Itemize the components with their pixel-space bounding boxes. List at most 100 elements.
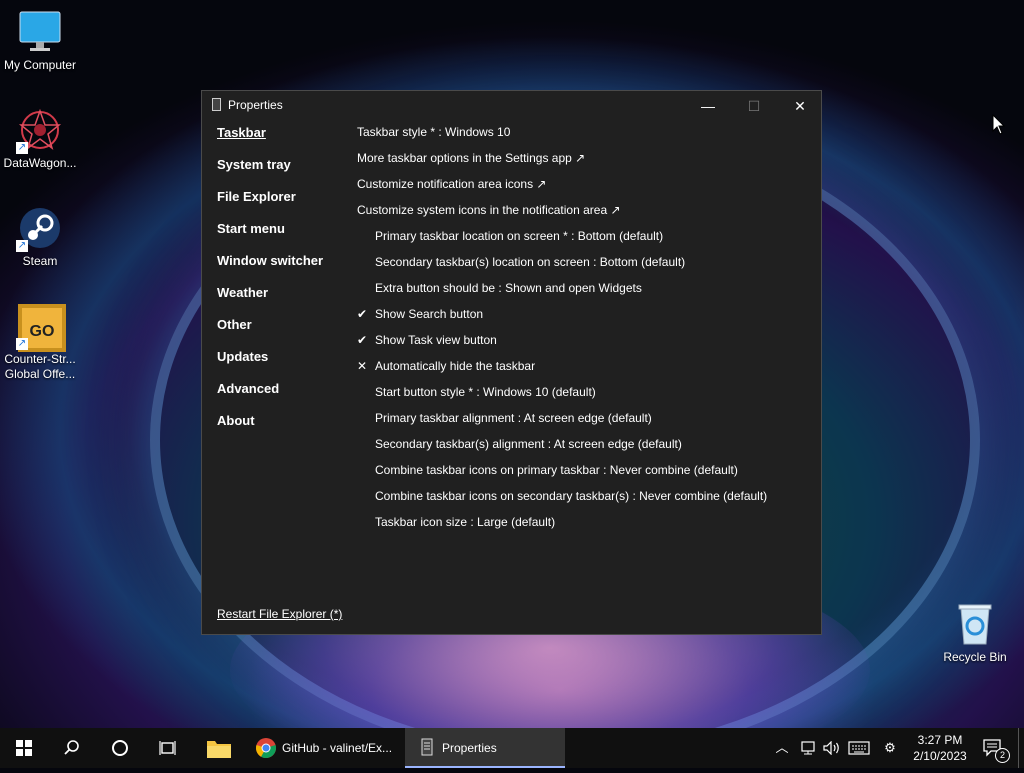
desktop-icon-label: My Computer <box>3 58 77 72</box>
keyboard-icon <box>848 741 870 755</box>
option-secondary-location[interactable]: Secondary taskbar(s) location on screen … <box>357 255 767 281</box>
desktop-icon-label: Recycle Bin <box>943 650 1007 664</box>
monitor-icon <box>18 10 62 54</box>
checkmark-icon: ✔ <box>357 333 368 347</box>
nav-item-window-switcher[interactable]: Window switcher <box>217 253 323 285</box>
option-start-button-style[interactable]: Start button style * : Windows 10 (defau… <box>357 385 767 411</box>
desktop-icon-label: Counter-Str... Global Offe... <box>4 352 76 381</box>
file-explorer-taskbar-button[interactable] <box>195 728 243 768</box>
option-icon-size[interactable]: Taskbar icon size : Large (default) <box>357 515 767 541</box>
option-primary-alignment[interactable]: Primary taskbar alignment : At screen ed… <box>357 411 767 437</box>
volume-tray-button[interactable] <box>820 728 844 768</box>
nav-item-start-menu[interactable]: Start menu <box>217 221 323 253</box>
nav-label: Updates <box>217 349 269 364</box>
show-hidden-icons-button[interactable]: ︿ <box>772 728 792 768</box>
option-show-search-button[interactable]: ✔ Show Search button <box>357 307 767 333</box>
shortcut-arrow-icon: ↗ <box>16 338 28 350</box>
nav-item-updates[interactable]: Updates <box>217 349 323 381</box>
taskbar-task-properties[interactable]: Properties <box>405 728 565 768</box>
nav-item-weather[interactable]: Weather <box>217 285 323 317</box>
chevron-up-icon: ︿ <box>775 740 789 755</box>
option-extra-button[interactable]: Extra button should be : Shown and open … <box>357 281 767 307</box>
option-label: Secondary taskbar(s) alignment : At scre… <box>375 437 682 451</box>
properties-app-icon <box>212 98 221 111</box>
shortcut-arrow-icon: ↗ <box>16 142 28 154</box>
nav-item-advanced[interactable]: Advanced <box>217 381 323 413</box>
nav-item-file-explorer[interactable]: File Explorer <box>217 189 323 221</box>
option-notification-icons-link[interactable]: Customize notification area icons ↗ <box>357 177 767 203</box>
nav-label: Weather <box>217 285 269 300</box>
taskbar-clock[interactable]: 3:27 PM 2/10/2023 <box>905 732 975 764</box>
option-primary-location[interactable]: Primary taskbar location on screen * : B… <box>357 229 767 255</box>
mouse-cursor-icon <box>992 113 1006 139</box>
minimize-button[interactable]: — <box>685 91 731 121</box>
option-label: Customize notification area icons ↗ <box>357 177 547 191</box>
svg-text:GO: GO <box>30 323 55 340</box>
option-label: Extra button should be : Shown and open … <box>375 281 642 295</box>
folder-icon <box>207 741 231 758</box>
option-auto-hide-taskbar[interactable]: ✕ Automatically hide the taskbar <box>357 359 767 385</box>
option-label: Primary taskbar alignment : At screen ed… <box>375 411 652 425</box>
desktop-icon-recycle-bin[interactable]: Recycle Bin <box>935 602 1015 665</box>
notification-count-badge: 2 <box>995 748 1010 763</box>
window-title: Properties <box>228 98 283 112</box>
option-secondary-alignment[interactable]: Secondary taskbar(s) alignment : At scre… <box>357 437 767 463</box>
option-label: Show Task view button <box>375 333 497 347</box>
steam-icon: ↗ <box>16 206 62 252</box>
option-label: Taskbar icon size : Large (default) <box>375 515 556 529</box>
maximize-button[interactable]: ☐ <box>731 91 777 121</box>
option-label: Taskbar style * : Windows 10 <box>357 125 511 139</box>
option-label: Combine taskbar icons on primary taskbar… <box>375 463 738 477</box>
option-settings-app-link[interactable]: More taskbar options in the Settings app… <box>357 151 767 177</box>
desktop-icon-steam[interactable]: ↗ Steam <box>0 206 80 269</box>
show-desktop-divider[interactable] <box>1018 728 1019 768</box>
option-show-task-view-button[interactable]: ✔ Show Task view button <box>357 333 767 359</box>
datawagon-icon: ↗ <box>16 108 62 154</box>
network-tray-button[interactable] <box>796 728 820 768</box>
task-view-icon <box>159 741 176 755</box>
restart-file-explorer-link[interactable]: Restart File Explorer (*) <box>217 607 342 621</box>
option-label: Secondary taskbar(s) location on screen … <box>375 255 686 269</box>
nav-label: Window switcher <box>217 253 324 268</box>
task-view-button[interactable] <box>144 728 192 768</box>
option-label: Customize system icons in the notificati… <box>357 203 621 217</box>
nav-label: System tray <box>217 157 291 172</box>
task-label: GitHub - valinet/Ex... <box>282 741 393 755</box>
option-system-icons-link[interactable]: Customize system icons in the notificati… <box>357 203 767 229</box>
settings-tray-button[interactable]: ⚙ <box>878 728 902 768</box>
windows-logo-icon <box>16 740 32 756</box>
title-bar[interactable]: Properties — ☐ ✕ <box>202 91 821 121</box>
desktop-icon-datawagon[interactable]: ↗ DataWagon... <box>0 108 80 171</box>
recycle-bin-icon <box>953 602 997 646</box>
speaker-icon <box>823 740 839 756</box>
cross-icon: ✕ <box>357 359 368 373</box>
properties-window: Properties — ☐ ✕ Taskbar System tray Fil… <box>201 90 822 635</box>
option-label: Start button style * : Windows 10 (defau… <box>375 385 596 399</box>
nav-item-other[interactable]: Other <box>217 317 323 349</box>
nav-label: About <box>217 413 255 428</box>
keyboard-tray-button[interactable] <box>846 728 872 768</box>
desktop-icon-label: DataWagon... <box>3 156 77 170</box>
desktop-icon-my-computer[interactable]: My Computer <box>0 10 80 73</box>
gear-icon: ⚙ <box>884 740 896 755</box>
action-center-button[interactable]: 2 <box>978 728 1010 768</box>
taskbar-task-chrome[interactable]: GitHub - valinet/Ex... <box>248 728 403 768</box>
close-button[interactable]: ✕ <box>777 91 823 121</box>
settings-nav: Taskbar System tray File Explorer Start … <box>217 125 323 445</box>
properties-app-icon <box>421 738 433 756</box>
search-button[interactable] <box>48 728 96 768</box>
option-combine-primary[interactable]: Combine taskbar icons on primary taskbar… <box>357 463 767 489</box>
nav-item-system-tray[interactable]: System tray <box>217 157 323 189</box>
cortana-circle-icon <box>112 740 128 756</box>
nav-item-taskbar[interactable]: Taskbar <box>217 125 323 157</box>
task-label: Properties <box>442 741 497 755</box>
option-combine-secondary[interactable]: Combine taskbar icons on secondary taskb… <box>357 489 767 515</box>
start-button[interactable] <box>0 728 48 768</box>
nav-label: Other <box>217 317 252 332</box>
cortana-button[interactable] <box>96 728 144 768</box>
option-taskbar-style[interactable]: Taskbar style * : Windows 10 <box>357 125 767 151</box>
option-label: Primary taskbar location on screen * : B… <box>375 229 664 243</box>
taskbar-options-list: Taskbar style * : Windows 10 More taskba… <box>357 125 767 541</box>
nav-item-about[interactable]: About <box>217 413 323 445</box>
desktop-icon-csgo[interactable]: GO ↗ Counter-Str... Global Offe... <box>0 304 80 382</box>
